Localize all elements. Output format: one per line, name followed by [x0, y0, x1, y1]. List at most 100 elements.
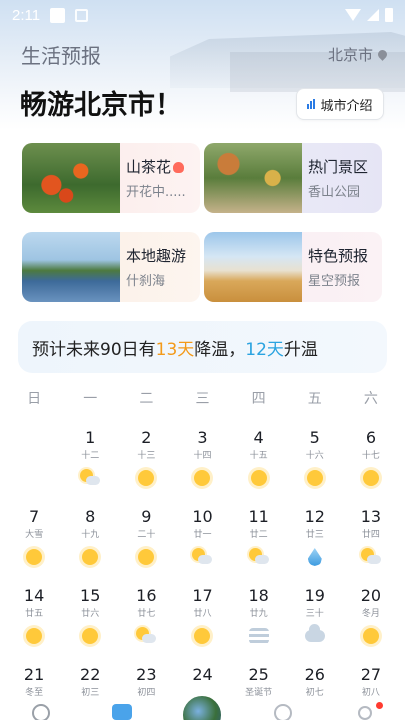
- lunar-date: 廿二: [249, 530, 268, 540]
- card-subtitle: 星空预报: [308, 274, 361, 289]
- sun-icon: [362, 470, 379, 486]
- lunar-date: 十四: [193, 451, 212, 461]
- partly-sunny-icon: [192, 548, 213, 566]
- lunar-date: 廿六: [81, 609, 100, 619]
- sun-icon: [306, 470, 323, 486]
- status-time: 2:11: [12, 6, 41, 24]
- moon-icon[interactable]: [274, 704, 292, 720]
- lunar-date: 二十: [137, 530, 156, 540]
- shichahai-image: [22, 232, 120, 302]
- day-number: 20: [360, 586, 382, 605]
- day-number: [6, 427, 62, 449]
- location-pin-icon: [376, 48, 389, 61]
- day-number: 5: [309, 428, 320, 447]
- weather-icon[interactable]: [32, 704, 50, 720]
- cool-days: 13天: [155, 339, 195, 360]
- day-number: 24: [192, 665, 213, 684]
- calendar-day[interactable]: 17 廿八: [174, 585, 230, 664]
- calendar-day[interactable]: 9 二十: [118, 506, 174, 585]
- day-number: 8: [85, 507, 96, 526]
- life-center-icon[interactable]: [181, 694, 223, 720]
- calendar-day[interactable]: 12 廿三: [287, 506, 343, 585]
- calendar-day[interactable]: 18 廿九: [231, 585, 287, 664]
- lunar-date: 廿一: [193, 530, 212, 540]
- sun-icon: [194, 628, 211, 644]
- calendar-day[interactable]: 2 十三: [118, 427, 174, 506]
- day-number: 25: [248, 665, 269, 684]
- sun-icon: [362, 628, 379, 644]
- haze-icon: [248, 628, 269, 644]
- card-title: 特色预报: [308, 247, 369, 265]
- card-title: 热门景区: [308, 158, 369, 176]
- partly-sunny-icon: [136, 627, 157, 645]
- city-intro-button[interactable]: 城市介绍: [296, 88, 384, 120]
- calendar-day[interactable]: 8 十九: [62, 506, 118, 585]
- lunar-date: 三十: [305, 609, 324, 619]
- camellia-image: [22, 143, 120, 213]
- calendar-day[interactable]: 5 十六: [287, 427, 343, 506]
- day-number: 18: [248, 586, 269, 605]
- sun-icon: [26, 549, 43, 565]
- day-number: 19: [304, 586, 325, 605]
- calendar-day[interactable]: 19 三十: [287, 585, 343, 664]
- weekday: 六: [363, 391, 378, 407]
- lunar-date: 十二: [81, 451, 100, 461]
- lunar-date: 十九: [81, 530, 100, 540]
- weekday: 二: [139, 391, 154, 407]
- notification-icon: [50, 7, 66, 23]
- day-number: 14: [23, 586, 45, 605]
- cool-label: 降温，: [194, 339, 246, 360]
- sun-icon: [138, 549, 155, 565]
- lunar-date: 大雪: [25, 530, 44, 540]
- starry-sky-image: [204, 232, 302, 302]
- warm-label: 升温: [283, 339, 318, 360]
- day-number: 10: [192, 507, 213, 526]
- lunar-date: 十三: [137, 451, 156, 461]
- card-special-forecast[interactable]: 特色预报 星空预报: [204, 232, 382, 302]
- battery-icon: [385, 8, 393, 22]
- day-number: 6: [365, 428, 376, 447]
- weekday-header: 日 一 二 三 四 五 六: [6, 388, 399, 408]
- calendar-day[interactable]: 3 十四: [174, 427, 230, 506]
- calendar-day[interactable]: 6 十七: [343, 427, 399, 506]
- calendar-day[interactable]: 7 大雪: [6, 506, 62, 585]
- signal-icon: [367, 9, 379, 21]
- xiangshan-image: [204, 143, 302, 213]
- day-number: 15: [80, 586, 101, 605]
- lunar-date: 廿九: [249, 609, 268, 619]
- calendar-day[interactable]: 13 廿四: [343, 506, 399, 585]
- day-number: 7: [28, 507, 40, 526]
- weekday: 日: [27, 391, 42, 407]
- city-intro-label: 城市介绍: [320, 98, 373, 114]
- lunar-date: [6, 449, 62, 463]
- card-subtitle: 香山公园: [308, 185, 361, 200]
- calendar-day[interactable]: 4 十五: [231, 427, 287, 506]
- card-local-tour[interactable]: 本地趣游 什刹海: [22, 232, 200, 302]
- profile-icon[interactable]: [358, 706, 372, 720]
- calendar-day[interactable]: 16 廿七: [118, 585, 174, 664]
- day-number: 16: [136, 586, 157, 605]
- card-hot-scenic[interactable]: 热门景区 香山公园: [204, 143, 382, 213]
- card-camellia[interactable]: 山茶花 开花中.....: [22, 143, 200, 213]
- forecast-banner[interactable]: 预计未来90日有 13天 降温， 12天 升温: [18, 321, 387, 373]
- calendar-day[interactable]: 10 廿一: [174, 506, 230, 585]
- calendar-day[interactable]: 14 廿五: [6, 585, 62, 664]
- sun-icon: [250, 470, 267, 486]
- city-name: 北京市: [327, 46, 373, 64]
- cloud-icon: [304, 624, 325, 642]
- card-title: 山茶花: [126, 158, 172, 176]
- calendar-icon[interactable]: [112, 704, 132, 720]
- calendar-day[interactable]: 1 十二: [62, 427, 118, 506]
- day-number: 26: [304, 665, 325, 684]
- lunar-date: 十六: [305, 451, 324, 461]
- calendar-day[interactable]: 15 廿六: [62, 585, 118, 664]
- calendar-day[interactable]: 20 冬月: [343, 585, 399, 664]
- chart-bars-icon: [307, 99, 316, 109]
- day-number: 22: [80, 665, 101, 684]
- card-subtitle: 开花中.....: [126, 185, 186, 200]
- warm-days: 12天: [245, 339, 284, 360]
- weekday: 五: [307, 391, 322, 407]
- day-number: 3: [197, 428, 208, 447]
- calendar-day[interactable]: 11 廿二: [231, 506, 287, 585]
- city-selector[interactable]: 北京市: [327, 44, 389, 65]
